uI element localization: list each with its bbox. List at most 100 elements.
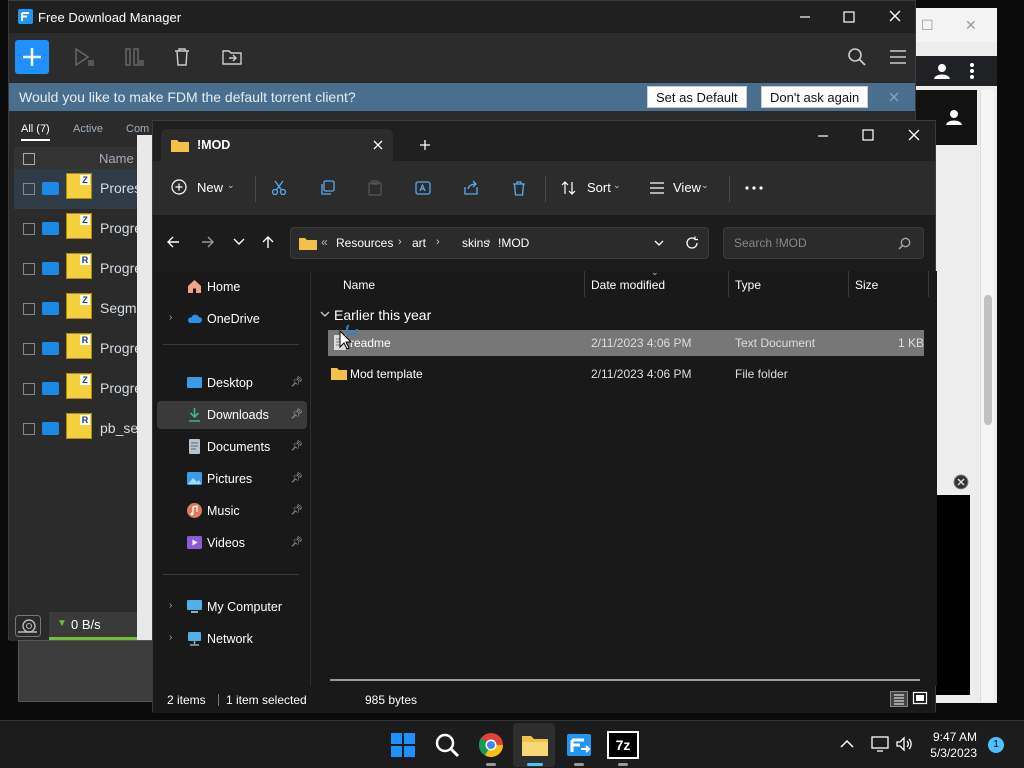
scrollbar-thumb[interactable] [984,295,992,425]
sidebar-item-network[interactable]: › Network [157,625,307,653]
pin-icon[interactable]: 📌︎ [290,505,303,516]
view-button[interactable]: View ⌄ [649,177,719,199]
row-checkbox[interactable] [23,383,35,395]
minimize-icon[interactable] [817,131,829,141]
pause-icon[interactable] [123,47,145,67]
sidebar-item-documents[interactable]: Documents 📌︎ [157,433,307,461]
breadcrumb-art[interactable]: art [412,236,426,250]
column-size[interactable]: Size [855,278,878,292]
chrome-icon[interactable] [475,729,507,761]
back-arrow-icon[interactable] [166,235,180,249]
folder-icon[interactable] [42,262,59,275]
maximize-icon[interactable]: ☐ [921,17,934,34]
maximize-icon[interactable] [843,11,855,23]
table-row[interactable]: R Progre [14,249,149,289]
table-row[interactable]: Z Progre [14,369,149,409]
new-button[interactable]: New ⌄ [171,177,241,199]
pin-icon[interactable]: 📌︎ [290,473,303,484]
paste-icon[interactable] [367,180,383,196]
user-icon[interactable] [945,108,963,126]
delete-icon[interactable] [173,47,191,67]
close-banner-icon[interactable] [889,92,899,102]
row-checkbox[interactable] [23,263,35,275]
share-icon[interactable] [463,180,479,196]
rename-icon[interactable] [415,180,431,196]
volume-icon[interactable] [895,735,913,753]
close-icon[interactable] [908,129,920,141]
breadcrumb-overflow[interactable]: « [321,235,328,249]
dont-ask-again-button[interactable]: Don't ask again [761,86,869,108]
row-checkbox[interactable] [23,343,35,355]
row-checkbox[interactable] [23,223,35,235]
tiles-view-button[interactable] [912,691,930,707]
breadcrumb-resources[interactable]: Resources [336,236,393,250]
sidebar-item-desktop[interactable]: Desktop 📌︎ [157,369,307,397]
search-input[interactable]: Search !MOD [723,227,924,259]
close-tab-icon[interactable] [373,140,383,150]
column-date-modified[interactable]: Date modified [591,278,665,292]
details-view-button[interactable] [890,691,908,707]
play-icon[interactable] [73,47,95,67]
snail-icon[interactable] [15,615,41,637]
delete-icon[interactable] [511,180,527,196]
column-type[interactable]: Type [735,278,761,292]
copy-icon[interactable] [319,180,335,196]
tab-all[interactable]: All (7) [21,123,50,141]
close-icon[interactable] [889,10,901,22]
sidebar-item-pictures[interactable]: Pictures 📌︎ [157,465,307,493]
table-row[interactable]: R pb_se [14,409,149,449]
sidebar-item-my-computer[interactable]: › My Computer [157,593,307,621]
folder-icon[interactable] [42,302,59,315]
speed-indicator[interactable]: ▼ 0 B/s [49,612,149,640]
chevron-down-icon[interactable] [654,240,664,247]
up-arrow-icon[interactable] [261,235,275,249]
select-all-checkbox[interactable] [23,153,35,165]
folder-icon[interactable] [42,222,59,235]
chevron-right-icon[interactable]: › [169,312,172,323]
add-download-button[interactable] [15,40,49,74]
file-row-mod-template[interactable]: Mod template 2/11/2023 4:06 PM File fold… [328,361,924,387]
7zip-icon[interactable]: 7z [607,731,639,759]
tab-active[interactable]: Active [73,123,103,135]
sidebar-item-home[interactable]: Home [157,273,307,301]
tab-mod[interactable]: !MOD [161,129,393,163]
file-row-readme[interactable]: readme 2/11/2023 4:06 PM Text Document 1… [328,330,924,356]
sidebar-item-onedrive[interactable]: › OneDrive [157,305,307,333]
folder-icon[interactable] [42,182,59,195]
breadcrumb-mod[interactable]: !MOD [498,236,529,250]
set-as-default-button[interactable]: Set as Default [647,86,747,108]
close-circle-icon[interactable] [953,474,969,490]
more-vertical-icon[interactable] [969,62,975,80]
recent-locations-icon[interactable] [233,238,245,246]
address-bar[interactable]: « Resources › art › skins › !MOD [290,227,709,259]
file-explorer-icon[interactable] [519,729,551,761]
sidebar-item-videos[interactable]: Videos 📌︎ [157,529,307,557]
table-row[interactable]: Z Progre [14,209,149,249]
show-hidden-icons-icon[interactable] [840,739,854,749]
row-checkbox[interactable] [23,423,35,435]
pin-icon[interactable]: 📌︎ [290,537,303,548]
table-row[interactable]: Z Segme [14,289,149,329]
table-row[interactable]: Z Prores [14,169,149,209]
move-folder-icon[interactable] [221,47,243,67]
notification-badge[interactable]: 1 [988,737,1004,753]
pin-icon[interactable]: 📌︎ [290,441,303,452]
new-tab-icon[interactable] [419,139,431,151]
folder-icon[interactable] [42,422,59,435]
cut-icon[interactable] [271,180,287,196]
user-icon[interactable] [933,62,951,80]
fdm-taskbar-icon[interactable] [563,729,595,761]
maximize-icon[interactable] [862,129,874,141]
horizontal-scrollbar[interactable] [330,679,920,681]
chevron-right-icon[interactable]: › [169,632,172,643]
system-clock[interactable]: 9:47 AM 5/3/2023 [930,729,977,761]
sidebar-item-music[interactable]: Music 📌︎ [157,497,307,525]
minimize-icon[interactable] [799,12,811,22]
folder-icon[interactable] [42,382,59,395]
row-checkbox[interactable] [23,183,35,195]
column-name[interactable]: Name [343,278,375,292]
refresh-icon[interactable] [685,236,699,250]
sort-button[interactable]: Sort ⌄ [561,177,631,199]
scrollbar[interactable] [980,90,994,702]
folder-icon[interactable] [42,342,59,355]
